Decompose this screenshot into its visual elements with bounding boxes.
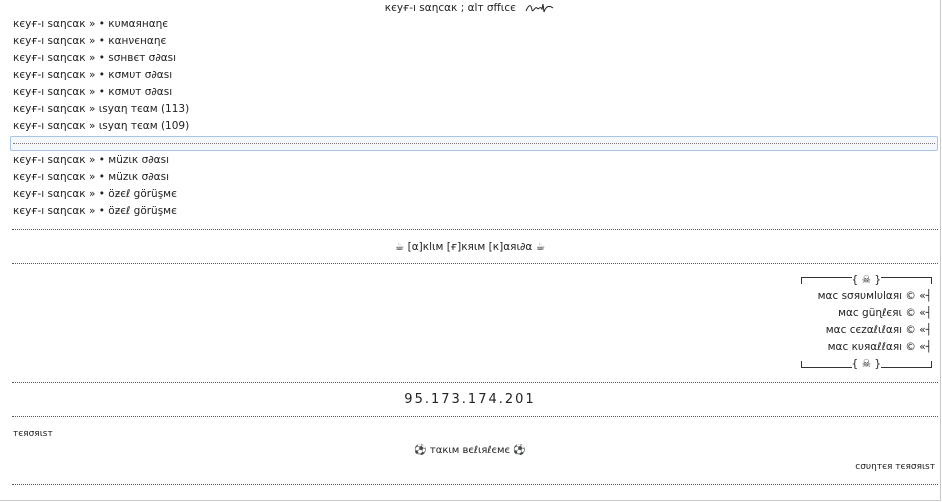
- team-select-text: тαкιм вєℓιяℓємє: [429, 445, 511, 456]
- rules-box-top[interactable]: { ☠ }: [800, 272, 932, 288]
- rules-item[interactable]: мαc кυяαℓℓαяı © «┤: [801, 339, 932, 356]
- channel-item[interactable]: кєуғ-ı ѕαηcαк » • кσмυт σ∂αѕı: [13, 84, 189, 101]
- spacer-divider[interactable]: [12, 229, 938, 230]
- coffee-icon: ☕: [394, 241, 405, 253]
- server-title[interactable]: кєуғ-ı ѕαηcαк ; αlт σffιcє: [0, 1, 940, 15]
- team-counter-terrorist-channel[interactable]: cσυηтєя тєяσяιѕт: [855, 462, 935, 472]
- spacer-divider[interactable]: [12, 416, 938, 417]
- channel-item[interactable]: кєуғ-ı ѕαηcαк » • öƶєℓ görüşмє: [13, 203, 177, 220]
- rules-box: { ☠ } мαc ѕσяυмlυlαяı © «┤ мαc güɳℓєяι ©…: [800, 272, 932, 372]
- selected-spacer-channel[interactable]: [10, 136, 938, 151]
- server-title-text: кєуғ-ı ѕαηcαк ; αlт σffιcє: [384, 2, 516, 14]
- skull-icon: { ☠ }: [851, 358, 881, 370]
- channel-item[interactable]: кєуғ-ı ѕαηcαк » • ѕσнвєт σ∂αѕı: [13, 50, 189, 67]
- channel-list-bottom: кєуғ-ı ѕαηcαк » • мüzιк σ∂αѕı кєуғ-ı ѕαη…: [13, 152, 177, 220]
- soccer-ball-icon: ⚽: [414, 445, 427, 456]
- banner-channel[interactable]: ☕ [α]кlιм [ғ]кяιм [к]αяι∂α ☕: [0, 240, 940, 254]
- channel-tree-panel: кєуғ-ı ѕαηcαк ; αlт σffιcє кєуғ-ı ѕαηcαк…: [0, 0, 941, 501]
- channel-list-top: кєуғ-ı ѕαηcαк » • кυмαянαηє кєуғ-ı ѕαηcα…: [13, 16, 189, 135]
- server-ip: 95.173.174.201: [404, 392, 536, 407]
- channel-item[interactable]: кєуғ-ı ѕαηcαк » • мüzιк σ∂αѕı: [13, 152, 177, 169]
- spacer-divider[interactable]: [12, 382, 938, 383]
- channel-item[interactable]: кєуғ-ı ѕαηcαк » • мüzιк σ∂αѕı: [13, 169, 177, 186]
- team-select-channel[interactable]: ⚽ тαкιм вєℓιяℓємє ⚽: [0, 444, 940, 458]
- spacer-divider[interactable]: [12, 484, 938, 485]
- channel-item[interactable]: кєуғ-ı ѕαηcαк » • öƶєℓ görüşмє: [13, 186, 177, 203]
- channel-item[interactable]: кєуғ-ı ѕαηcαк » ιѕуαη тєαм (113): [13, 101, 189, 118]
- soccer-ball-icon: ⚽: [513, 445, 526, 456]
- rules-item[interactable]: мαc cєzαℓιℓαяı © «┤: [801, 322, 932, 339]
- rules-box-bottom[interactable]: { ☠ }: [800, 356, 932, 372]
- coffee-icon: ☕: [535, 241, 546, 253]
- banner-text: [α]кlιм [ғ]кяιм [к]αяι∂α: [407, 241, 533, 253]
- rules-item[interactable]: мαc ѕσяυмlυlαяı © «┤: [801, 288, 932, 305]
- skull-icon: { ☠ }: [851, 274, 881, 286]
- server-ip-channel[interactable]: 95.173.174.201: [0, 391, 940, 408]
- team-terrorist-channel[interactable]: тєяσяιѕт: [13, 429, 53, 439]
- spacer-divider[interactable]: [12, 263, 938, 264]
- channel-item[interactable]: кєуғ-ı ѕαηcαк » • кσмυт σ∂αѕı: [13, 67, 189, 84]
- channel-item[interactable]: кєуғ-ı ѕαηcαк » • кυмαянαηє: [13, 16, 189, 33]
- channel-item[interactable]: кєуғ-ı ѕαηcαк » • кαнνєнαηє: [13, 33, 189, 50]
- channel-item[interactable]: кєуғ-ı ѕαηcαк » ιѕуαη тєαм (109): [13, 118, 189, 135]
- rules-item[interactable]: мαc güɳℓєяι © «┤: [801, 305, 932, 322]
- signature-icon: [525, 3, 554, 13]
